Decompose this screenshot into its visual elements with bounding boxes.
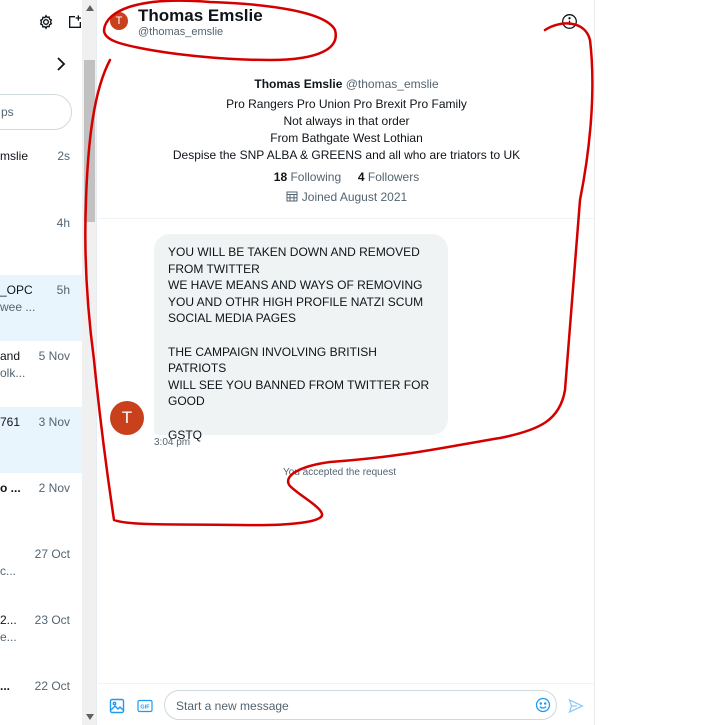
followers-label: Followers — [367, 170, 420, 184]
followers-link[interactable]: 4 Followers — [358, 170, 419, 184]
conversation-list-panel: ps mslie 2s 4h _OPC 5h wee ... and 5 Nov… — [0, 0, 97, 725]
gif-icon[interactable]: GIF — [137, 698, 153, 714]
conversation-item[interactable]: 27 Oct c... — [0, 539, 82, 605]
send-icon[interactable] — [568, 698, 584, 714]
list-header-icons — [38, 12, 88, 32]
conversation-time: 5h — [56, 283, 70, 297]
conversation-preview: wee ... — [0, 300, 36, 314]
system-note: You accepted the request — [283, 467, 397, 478]
conversation-name: _OPC — [0, 283, 33, 297]
conversation-item[interactable]: 4h — [0, 208, 82, 274]
list-scrollbar[interactable] — [82, 0, 96, 725]
info-icon[interactable] — [561, 13, 578, 30]
conversation-item[interactable]: o ... 2 Nov — [0, 473, 82, 539]
scroll-up-arrow-icon[interactable] — [86, 5, 94, 11]
divider — [98, 218, 595, 219]
following-label: Following — [290, 170, 342, 184]
followers-count: 4 — [357, 170, 365, 184]
follow-stats: 18 Following 4 Followers — [98, 169, 595, 186]
conversation-preview: e... — [0, 630, 17, 644]
calendar-icon — [286, 191, 298, 202]
conversation-pane: T Thomas Emslie @thomas_emslie Thomas Em… — [98, 0, 595, 725]
conversation-item[interactable]: 2... 23 Oct e... — [0, 605, 82, 671]
header-avatar[interactable]: T — [110, 12, 128, 30]
conversation-time: 2 Nov — [38, 481, 70, 495]
conversation-name: 761 — [0, 415, 21, 429]
message-input[interactable]: Start a new message — [164, 690, 557, 720]
chevron-right-icon[interactable] — [55, 56, 67, 72]
scroll-down-arrow-icon[interactable] — [86, 714, 94, 720]
conversation-time: 23 Oct — [34, 613, 70, 627]
conversation-preview: olk... — [0, 366, 26, 380]
profile-summary: Thomas Emslie @thomas_emslie Pro Rangers… — [98, 76, 595, 206]
bio-line: Not always in that order — [283, 114, 410, 128]
conversation-item[interactable]: ... 22 Oct — [0, 671, 82, 725]
bio-line: From Bathgate West Lothian — [270, 131, 423, 145]
conversation-time: 22 Oct — [34, 679, 70, 693]
dm-window: ps mslie 2s 4h _OPC 5h wee ... and 5 Nov… — [0, 0, 725, 725]
conversation-name: 2... — [0, 613, 17, 627]
bio-line: Pro Rangers Pro Union Pro Brexit Pro Fam… — [226, 97, 467, 111]
conversation-name: ... — [0, 679, 11, 693]
message-avatar[interactable]: T — [110, 401, 144, 435]
conversation-handle: @thomas_emslie — [138, 26, 224, 38]
message-bubble[interactable]: YOU WILL BE TAKEN DOWN AND REMOVED FROM … — [154, 234, 448, 442]
conversation-item-active[interactable]: 761 3 Nov — [0, 407, 82, 473]
following-count: 18 — [273, 170, 288, 184]
conversation-title: Thomas Emslie — [138, 6, 263, 25]
svg-text:GIF: GIF — [140, 705, 150, 711]
conversation-preview: c... — [0, 564, 17, 578]
conversation-item[interactable]: mslie 2s — [0, 141, 82, 207]
conversation-time: 4h — [56, 216, 70, 230]
conversation-time: 5 Nov — [38, 349, 70, 363]
message-timestamp: 3:04 pm — [154, 437, 191, 448]
gear-icon[interactable] — [38, 14, 54, 30]
conversation-name: and — [0, 349, 21, 363]
conversation-item[interactable]: and 5 Nov olk... — [0, 341, 82, 407]
composer: GIF Start a new message — [98, 683, 595, 725]
conversation-item[interactable]: _OPC 5h wee ... — [0, 275, 82, 341]
conversation-time: 27 Oct — [34, 547, 70, 561]
search-input[interactable]: ps — [0, 94, 72, 130]
new-message-icon[interactable] — [67, 14, 83, 30]
emoji-icon[interactable] — [535, 697, 551, 713]
scroll-thumb[interactable] — [84, 60, 95, 222]
conversation-name: mslie — [0, 149, 29, 163]
joined-date: Joined August 2021 — [98, 189, 595, 206]
message-input-placeholder: Start a new message — [176, 699, 289, 713]
following-link[interactable]: 18 Following — [274, 170, 341, 184]
image-icon[interactable] — [109, 698, 125, 714]
conversation-time: 3 Nov — [38, 415, 70, 429]
conversation-name: o ... — [0, 481, 21, 495]
profile-handle[interactable]: @thomas_emslie — [346, 77, 439, 91]
bio-line: Despise the SNP ALBA & GREENS and all wh… — [172, 148, 521, 162]
profile-name[interactable]: Thomas Emslie — [254, 77, 342, 91]
search-placeholder: ps — [1, 105, 14, 119]
joined-text: Joined August 2021 — [301, 190, 408, 204]
conversation-time: 2s — [57, 149, 70, 163]
